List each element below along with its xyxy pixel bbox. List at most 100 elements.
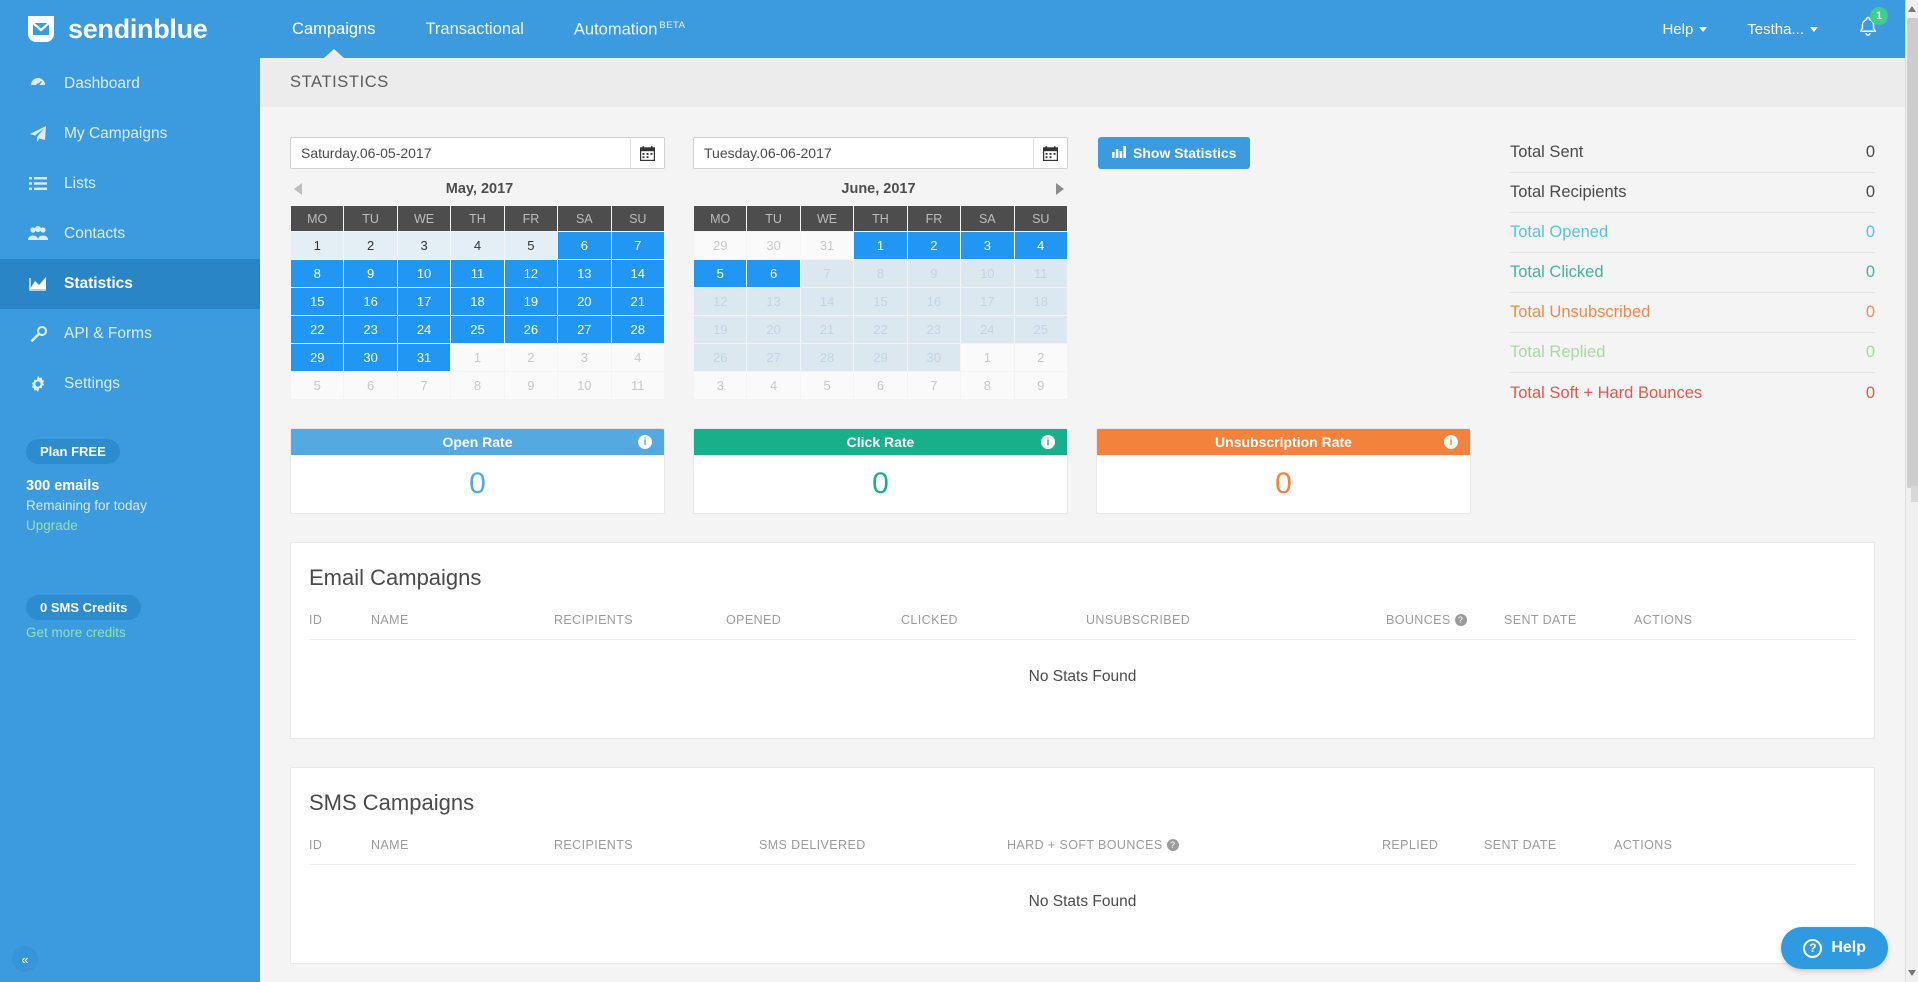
calendar-day-cell[interactable]: 28 [800,344,854,371]
end-date-input-group[interactable] [693,137,1068,169]
sidebar-collapse-button[interactable]: « [12,946,38,972]
calendar-day-cell[interactable]: 21 [611,288,664,315]
calendar-day-cell[interactable]: 19 [694,316,747,343]
calendar-day-cell[interactable]: 13 [558,260,611,287]
calendar-day-cell[interactable]: 8 [291,260,344,287]
sidebar-item-statistics[interactable]: Statistics [0,259,260,309]
calendar-day-cell[interactable]: 3 [694,372,747,399]
calendar-day-cell[interactable]: 3 [397,232,451,259]
calendar-day-cell[interactable]: 25 [451,316,504,343]
calendar-day-cell[interactable]: 2 [1014,344,1067,371]
question-icon[interactable]: ? [1166,839,1179,851]
calendar-day-cell[interactable]: 9 [504,372,558,399]
col-sent-date[interactable]: SENT DATE [1484,838,1614,865]
scrollbar-thumb[interactable] [1907,18,1918,488]
col-sent-date[interactable]: SENT DATE [1504,613,1634,640]
calendar-day-cell[interactable]: 1 [961,344,1014,371]
calendar-day-cell[interactable]: 27 [747,344,800,371]
start-calendar-grid[interactable]: MO TU WE TH FR SA SU 1 2 3 4 5 6 7 8 9 10 11 12 13 14… [290,205,665,400]
col-name[interactable]: NAME [371,613,554,640]
help-widget-button[interactable]: ? Help [1781,927,1888,969]
col-unsubscribed[interactable]: UNSUBSCRIBED [1086,613,1386,640]
col-actions[interactable]: ACTIONS [1614,838,1856,865]
calendar-day-cell[interactable]: 30 [907,344,961,371]
account-menu[interactable]: Testha... [1747,21,1818,38]
calendar-day-cell[interactable]: 14 [800,288,854,315]
calendar-day-cell[interactable]: 23 [907,316,961,343]
end-calendar-grid[interactable]: MO TU WE TH FR SA SU 29 30 31 1 2 3 4 5 6 7 8 9 10 11… [693,205,1068,400]
calendar-day-cell[interactable]: 31 [397,344,451,371]
calendar-day-cell[interactable]: 7 [397,372,451,399]
show-statistics-button[interactable]: Show Statistics [1098,137,1251,169]
calendar-day-cell[interactable]: 16 [344,288,397,315]
start-date-input[interactable] [291,138,630,168]
calendar-day-cell[interactable]: 7 [611,232,664,259]
calendar-day-cell[interactable]: 24 [961,316,1014,343]
calendar-day-cell[interactable]: 31 [800,232,854,259]
calendar-day-cell[interactable]: 23 [344,316,397,343]
sidebar-item-dashboard[interactable]: Dashboard [0,59,260,109]
sidebar-item-lists[interactable]: Lists [0,159,260,209]
sidebar-item-my-campaigns[interactable]: My Campaigns [0,109,260,159]
calendar-day-cell[interactable]: 6 [747,260,800,287]
col-opened[interactable]: OPENED [726,613,901,640]
calendar-day-cell[interactable]: 22 [854,316,907,343]
calendar-day-cell[interactable]: 4 [1014,232,1067,259]
calendar-day-cell[interactable]: 11 [1014,260,1067,287]
calendar-day-cell[interactable]: 28 [611,316,664,343]
start-calendar-icon[interactable] [630,138,664,168]
calendar-day-cell[interactable]: 6 [344,372,397,399]
calendar-day-cell[interactable]: 18 [1014,288,1067,315]
calendar-day-cell[interactable]: 17 [397,288,451,315]
col-actions[interactable]: ACTIONS [1634,613,1856,640]
calendar-day-cell[interactable]: 6 [854,372,907,399]
calendar-day-cell[interactable]: 19 [504,288,558,315]
calendar-next-month-button[interactable] [1056,183,1064,195]
calendar-day-cell[interactable]: 13 [747,288,800,315]
calendar-day-cell[interactable]: 29 [854,344,907,371]
calendar-day-cell[interactable]: 4 [611,344,664,371]
calendar-day-cell[interactable]: 1 [451,344,504,371]
end-calendar-icon[interactable] [1033,138,1067,168]
calendar-day-cell[interactable]: 18 [451,288,504,315]
calendar-day-cell[interactable]: 4 [451,232,504,259]
col-replied[interactable]: REPLIED [1382,838,1484,865]
calendar-day-cell[interactable]: 22 [291,316,344,343]
notifications-button[interactable]: 1 [1858,7,1888,42]
calendar-day-cell[interactable]: 10 [558,372,611,399]
calendar-day-cell[interactable]: 6 [558,232,611,259]
calendar-day-cell[interactable]: 9 [907,260,961,287]
upgrade-link[interactable]: Upgrade [26,518,260,533]
calendar-day-cell[interactable]: 5 [504,232,558,259]
info-icon[interactable]: i [1041,435,1055,449]
calendar-day-cell[interactable]: 8 [451,372,504,399]
col-clicked[interactable]: CLICKED [901,613,1086,640]
sidebar-item-api-forms[interactable]: API & Forms [0,309,260,359]
brand-logo-area[interactable]: sendinblue [0,12,260,46]
calendar-day-cell[interactable]: 5 [694,260,747,287]
calendar-day-cell[interactable]: 20 [747,316,800,343]
col-bounces[interactable]: BOUNCES? [1386,613,1504,640]
calendar-day-cell[interactable]: 9 [1014,372,1067,399]
calendar-day-cell[interactable]: 29 [291,344,344,371]
calendar-day-cell[interactable]: 10 [961,260,1014,287]
calendar-day-cell[interactable]: 9 [344,260,397,287]
help-menu[interactable]: Help [1662,21,1708,38]
calendar-day-cell[interactable]: 2 [504,344,558,371]
info-icon[interactable]: i [1444,435,1458,449]
calendar-day-cell[interactable]: 2 [344,232,397,259]
calendar-day-cell[interactable]: 3 [558,344,611,371]
page-scrollbar[interactable] [1905,0,1918,982]
calendar-day-cell[interactable]: 7 [800,260,854,287]
top-nav-automation[interactable]: Automation BETA [572,1,688,58]
col-recipients[interactable]: RECIPIENTS [554,838,759,865]
get-more-credits-link[interactable]: Get more credits [26,625,260,640]
calendar-prev-month-button[interactable] [294,183,302,195]
scroll-down-icon[interactable] [1908,970,1916,976]
col-id[interactable]: ID [309,613,371,640]
end-date-input[interactable] [694,138,1033,168]
question-icon[interactable]: ? [1454,614,1467,626]
calendar-day-cell[interactable]: 16 [907,288,961,315]
calendar-day-cell[interactable]: 11 [611,372,664,399]
calendar-day-cell[interactable]: 1 [854,232,907,259]
